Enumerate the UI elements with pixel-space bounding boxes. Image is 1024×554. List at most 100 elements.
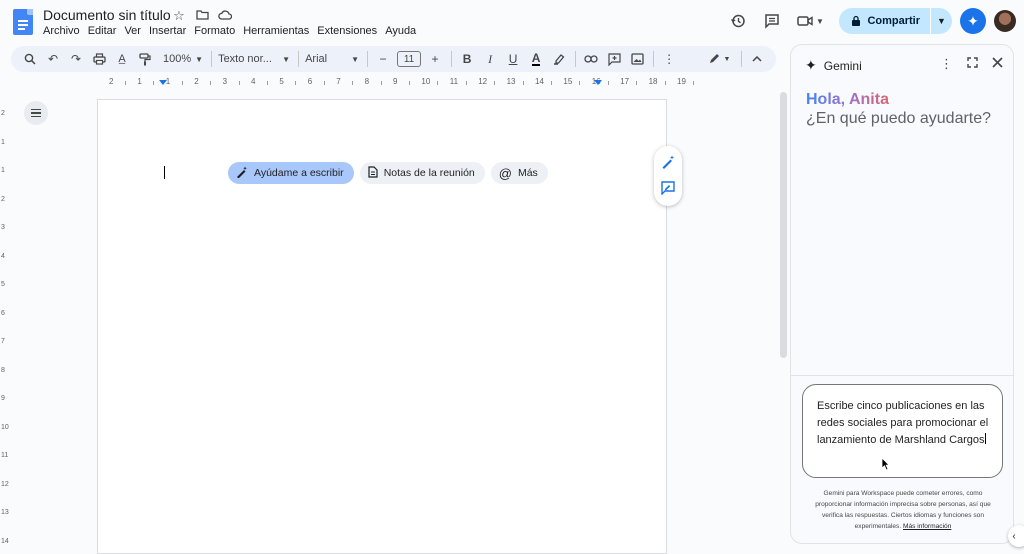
menu-extensiones[interactable]: Extensiones <box>317 25 382 37</box>
share-label: Compartir <box>867 15 920 27</box>
help-me-write-icon[interactable] <box>661 155 675 172</box>
document-title[interactable]: Documento sin título <box>43 7 171 23</box>
meeting-notes-chip[interactable]: Notas de la reunión <box>359 162 485 184</box>
ruler-tick <box>465 81 467 85</box>
pen-sparkle-icon <box>236 166 248 181</box>
prompt-input[interactable]: Escribe cinco publicaciones en las redes… <box>802 384 1003 478</box>
meet-video-icon[interactable]: ▼ <box>793 8 827 34</box>
paragraph-style-select[interactable]: Texto nor... ▼ <box>218 53 290 65</box>
ruler-number: 1 <box>1 167 5 174</box>
paint-format-icon[interactable] <box>136 49 154 69</box>
menu-archivo[interactable]: Archivo <box>43 25 85 37</box>
ruler-number: 14 <box>535 77 544 86</box>
close-icon[interactable] <box>992 56 1003 72</box>
document-scrollbar[interactable] <box>780 92 787 358</box>
ruler-number: 11 <box>1 452 9 459</box>
highlight-icon[interactable] <box>550 49 568 69</box>
search-icon[interactable] <box>21 49 39 69</box>
menu-ver[interactable]: Ver <box>124 25 146 37</box>
menu-herramientas[interactable]: Herramientas <box>243 25 314 37</box>
more-options-icon[interactable]: ⋮ <box>940 56 953 72</box>
toolbar-divider <box>741 51 742 67</box>
more-options-icon[interactable]: ⋮ <box>660 49 678 69</box>
redo-icon[interactable]: ↷ <box>67 49 85 69</box>
ruler-tick <box>153 81 155 85</box>
ruler-tick <box>295 81 297 85</box>
move-folder-icon[interactable] <box>195 8 209 24</box>
greeting-name: Hola, Anita <box>806 91 889 108</box>
ruler-number: 7 <box>336 77 341 86</box>
text-cursor <box>164 166 165 179</box>
menu-formato[interactable]: Formato <box>194 25 240 37</box>
more-chip[interactable]: @ Más <box>490 162 548 184</box>
zoom-select[interactable]: 100% ▼ <box>163 53 203 65</box>
ruler-tick <box>522 81 524 85</box>
expand-panel-icon[interactable]: ‹ <box>1008 525 1024 547</box>
ruler-number: 10 <box>1 423 9 431</box>
chip-label: Notas de la reunión <box>383 167 475 179</box>
toolbar-divider <box>575 51 577 67</box>
ruler-number: 6 <box>1 309 5 317</box>
ruler-tick <box>664 81 666 85</box>
disclaimer-text: Gemini para Workspace puede cometer erro… <box>805 488 1001 532</box>
expand-icon[interactable] <box>967 56 978 72</box>
suggest-edit-icon[interactable] <box>661 180 675 198</box>
star-icon[interactable]: ☆ <box>172 8 186 24</box>
spellcheck-icon[interactable]: A̲ <box>113 49 131 69</box>
share-button[interactable]: Compartir <box>839 8 930 34</box>
app-header: Documento sin título ☆ Archivo Editar Ve… <box>0 0 1024 44</box>
ruler-number: 17 <box>620 77 630 86</box>
ruler-tick <box>181 81 183 85</box>
help-me-write-chip[interactable]: Ayúdame a escribir <box>228 162 354 184</box>
menu-insertar[interactable]: Insertar <box>149 25 191 37</box>
more-info-link[interactable]: Más información <box>903 523 951 530</box>
gemini-sparkle-button[interactable]: ✦ <box>960 8 986 34</box>
ruler-tick <box>494 81 496 85</box>
user-avatar[interactable] <box>994 10 1016 32</box>
menu-bar: Archivo Editar Ver Insertar Formato Herr… <box>43 25 424 37</box>
text-color-icon[interactable]: A <box>527 49 545 69</box>
ruler-number: 15 <box>563 77 573 86</box>
ruler-number: 14 <box>1 537 9 545</box>
comments-icon[interactable] <box>759 8 785 34</box>
bold-icon[interactable]: B <box>458 49 476 69</box>
font-family-select[interactable]: Arial ▼ <box>305 53 359 65</box>
menu-ayuda[interactable]: Ayuda <box>385 25 421 37</box>
ruler-number: 13 <box>506 77 516 86</box>
docs-logo-icon[interactable] <box>13 9 33 35</box>
ruler-number: 5 <box>1 281 5 288</box>
italic-icon[interactable]: I <box>481 49 499 69</box>
left-indent-marker[interactable] <box>159 80 167 85</box>
ruler-number: 3 <box>222 77 228 86</box>
ruler-number: 4 <box>251 77 256 86</box>
collapse-toolbar-icon[interactable] <box>748 49 766 69</box>
undo-icon[interactable]: ↶ <box>44 49 62 69</box>
print-icon[interactable] <box>90 49 108 69</box>
menu-editar[interactable]: Editar <box>88 25 122 37</box>
increase-font-size-icon[interactable]: + <box>426 49 444 69</box>
document-outline-icon[interactable] <box>24 101 48 125</box>
ruler-number: 11 <box>449 77 459 86</box>
editing-mode-icon[interactable]: ▼ <box>704 49 734 69</box>
ruler-tick <box>323 81 325 85</box>
toolbar-divider <box>653 51 655 67</box>
right-indent-marker[interactable] <box>594 80 602 85</box>
insert-link-icon[interactable] <box>582 49 600 69</box>
cloud-status-icon[interactable] <box>218 8 233 24</box>
ruler-number: 4 <box>1 252 5 260</box>
insert-image-icon[interactable] <box>628 49 646 69</box>
horizontal-ruler[interactable]: 2 1 1 2 3 4 5 6 7 8 9 10 11 12 13 14 15 16 17 18 19 <box>97 77 694 89</box>
version-history-icon[interactable] <box>725 8 751 34</box>
add-comment-icon[interactable] <box>605 49 623 69</box>
ruler-number: 9 <box>393 77 398 86</box>
ruler-number: 18 <box>648 77 658 86</box>
share-dropdown-icon[interactable]: ▼ <box>930 8 952 34</box>
vertical-ruler[interactable]: 2 1 1 2 3 4 5 6 7 8 9 10 11 12 13 14 <box>0 96 10 554</box>
font-size-input[interactable]: 11 <box>397 51 422 67</box>
ruler-tick <box>210 81 212 85</box>
underline-icon[interactable]: U <box>504 49 522 69</box>
ruler-number: 9 <box>1 395 5 402</box>
ruler-number: 8 <box>364 77 370 86</box>
decrease-font-size-icon[interactable]: − <box>374 49 392 69</box>
toolbar-divider <box>211 51 213 67</box>
